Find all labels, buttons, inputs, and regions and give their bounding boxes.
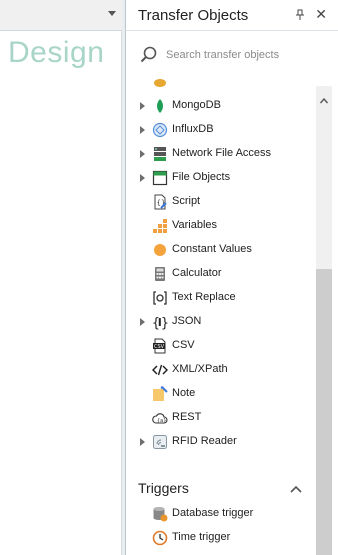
search-icon (140, 46, 158, 64)
csv-icon: CSV (152, 338, 168, 354)
list-item-label: Database trigger (172, 507, 254, 519)
json-braces-icon: {} (152, 314, 169, 331)
designer-canvas[interactable] (0, 31, 122, 555)
list-item-json[interactable]: {} JSON (126, 311, 316, 333)
list-item-constant-values[interactable]: Constant Values (126, 239, 316, 261)
scrollbar-thumb[interactable] (316, 269, 332, 555)
search-box (134, 40, 331, 70)
transfer-objects-panel: Transfer Objects ✕ MongoDB (125, 0, 338, 555)
scroll-up-icon[interactable] (319, 91, 329, 104)
list-item-file-objects[interactable]: File Objects (126, 167, 316, 189)
list-item-label: Script (172, 195, 201, 207)
variables-icon (152, 218, 168, 234)
influxdb-icon (152, 122, 168, 138)
svg-text:}: } (161, 316, 168, 330)
expand-arrow-icon[interactable] (140, 438, 145, 446)
list-item-xml-xpath[interactable]: XML/XPath (126, 359, 316, 381)
expand-arrow-icon[interactable] (140, 102, 145, 110)
list-item-variables[interactable]: Variables (126, 215, 316, 237)
list-item-label: RFID Reader (172, 435, 237, 447)
list-item-influxdb[interactable]: InfluxDB (126, 119, 316, 141)
svg-text:CSV: CSV (154, 344, 165, 350)
note-icon (152, 386, 168, 402)
triggers-section-title: Triggers (138, 480, 189, 496)
list-item-csv[interactable]: CSV CSV (126, 335, 316, 357)
script-icon: {} (152, 194, 168, 210)
panel-header: Transfer Objects ✕ (126, 0, 338, 31)
list-item-network-file-access[interactable]: Network File Access (126, 143, 316, 165)
list-item-label: MongoDB (172, 99, 221, 111)
designer-tabbar (0, 0, 122, 31)
list-item-label: Constant Values (172, 243, 252, 255)
list-item-rfid-reader[interactable]: RFID Reader (126, 431, 316, 453)
file-objects-icon (152, 170, 168, 186)
partial-top-icon (152, 76, 168, 88)
list-item-label: XML/XPath (172, 363, 228, 375)
expand-arrow-icon[interactable] (140, 126, 145, 134)
svg-text:{: { (152, 316, 160, 330)
chevron-up-icon[interactable] (290, 482, 302, 493)
list-item-rest[interactable]: {a} REST (126, 407, 316, 429)
trigger-item-time[interactable]: Time trigger (126, 527, 316, 549)
list-item-label: Variables (172, 219, 218, 231)
rest-cloud-icon: {a} (152, 410, 168, 426)
list-item-label: Note (172, 387, 196, 399)
clock-icon (152, 530, 168, 546)
list-item-script[interactable]: {} Script (126, 191, 316, 213)
text-replace-icon (152, 290, 168, 306)
svg-text:{a}: {a} (157, 418, 166, 424)
pin-icon[interactable] (295, 9, 305, 21)
list-item-label: REST (172, 411, 202, 423)
network-server-icon (152, 146, 168, 162)
list-item-note[interactable]: Note (126, 383, 316, 405)
vertical-scrollbar[interactable] (316, 86, 332, 555)
list-item-label: InfluxDB (172, 123, 214, 135)
database-trigger-icon (152, 506, 168, 522)
design-tab-label: Design (8, 36, 105, 69)
panel-title: Transfer Objects (138, 7, 249, 24)
expand-arrow-icon[interactable] (140, 150, 145, 158)
expand-arrow-icon[interactable] (140, 174, 145, 182)
search-input[interactable] (166, 44, 326, 66)
list-item-label: Calculator (172, 267, 222, 279)
close-icon[interactable]: ✕ (315, 6, 327, 23)
list-item[interactable] (126, 76, 316, 91)
tab-dropdown-icon[interactable] (108, 11, 116, 16)
list-item-label: Time trigger (172, 531, 231, 543)
designer-area: Design (0, 0, 122, 555)
list-item-mongodb[interactable]: MongoDB (126, 95, 316, 117)
rfid-reader-icon (152, 434, 168, 450)
list-item-label: Network File Access (172, 147, 272, 159)
xml-tag-icon (151, 362, 169, 378)
list-item-label: CSV (172, 339, 195, 351)
expand-arrow-icon[interactable] (140, 318, 145, 326)
list-item-label: File Objects (172, 171, 231, 183)
list-item-label: JSON (172, 315, 202, 327)
list-item-label: Text Replace (172, 291, 236, 303)
trigger-item-database[interactable]: Database trigger (126, 503, 316, 525)
mongodb-leaf-icon (152, 98, 168, 114)
constant-circle-icon (152, 242, 168, 258)
calculator-icon (152, 266, 168, 282)
list-item-text-replace[interactable]: Text Replace (126, 287, 316, 309)
list-item-calculator[interactable]: Calculator (126, 263, 316, 285)
